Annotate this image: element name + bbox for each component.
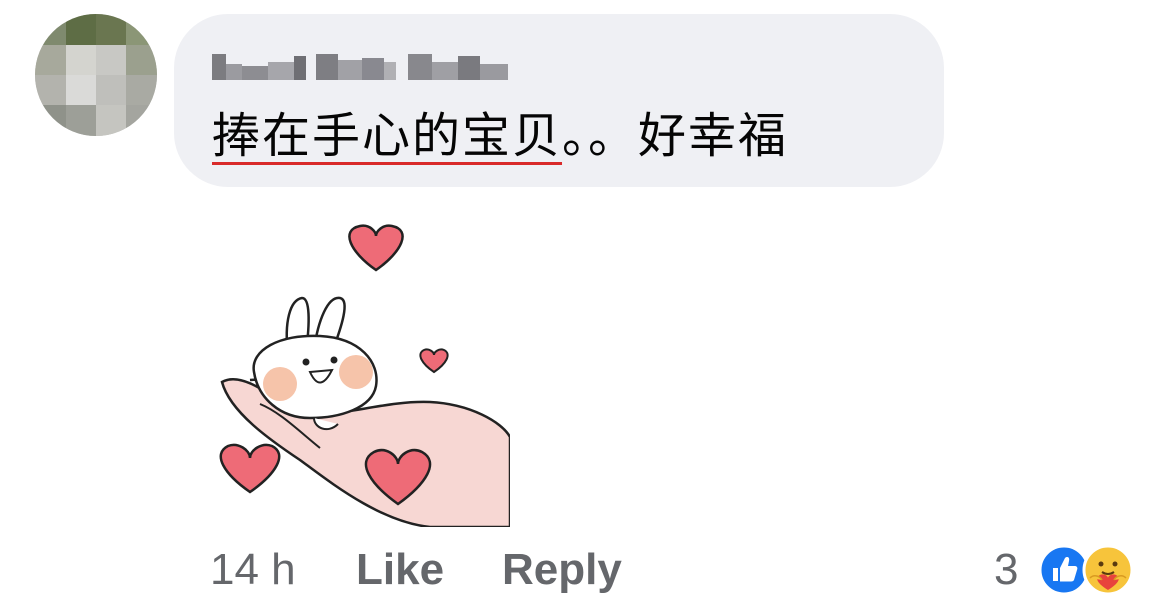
care-reaction-icon	[1082, 544, 1134, 596]
reaction-count[interactable]: 3	[994, 538, 1018, 602]
comment-text: 捧在手心的宝贝。。好幸福	[212, 104, 788, 168]
avatar[interactable]	[35, 14, 157, 136]
like-button[interactable]: Like	[356, 538, 444, 602]
reply-button[interactable]: Reply	[502, 538, 622, 602]
author-name-blurred[interactable]	[212, 44, 512, 84]
blurred-name-image	[212, 54, 508, 80]
comment-text-misspelled-segment: 捧在手心的宝贝	[212, 108, 563, 164]
avatar-pixelated-image	[35, 14, 157, 136]
comment-actions-row: 14 h Like Reply 3	[210, 538, 1150, 602]
sticker[interactable]	[210, 222, 512, 529]
comment-text-rest: 。。好幸福	[562, 108, 789, 164]
bunny-in-hand-sticker-image	[219, 224, 512, 529]
timestamp-link[interactable]: 14 h	[210, 538, 296, 602]
